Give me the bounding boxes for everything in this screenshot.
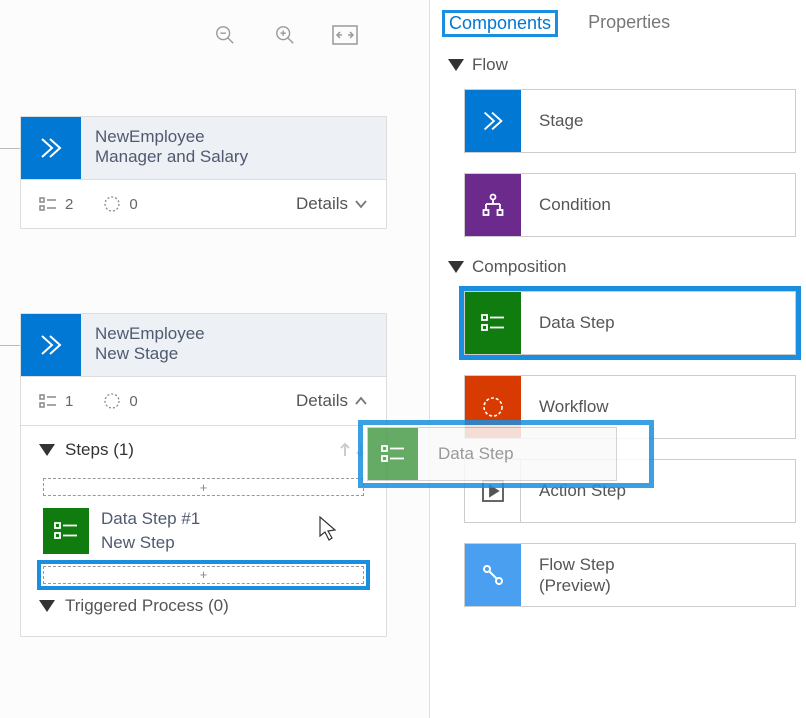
component-data-step[interactable]: Data Step bbox=[464, 291, 796, 355]
step-subtitle: New Step bbox=[101, 531, 200, 555]
component-label: Workflow bbox=[521, 396, 627, 417]
data-step-icon bbox=[368, 428, 418, 480]
details-toggle[interactable]: Details bbox=[296, 194, 368, 214]
collapse-triangle-icon[interactable] bbox=[39, 444, 55, 456]
side-panel: Components Properties Flow Stage Conditi… bbox=[430, 0, 806, 718]
flow-step-icon bbox=[465, 544, 521, 606]
workflow-count: 0 bbox=[103, 392, 137, 410]
condition-branch-icon bbox=[465, 174, 521, 236]
stage-entity-label: NewEmployee bbox=[95, 324, 205, 344]
stage-stats-row: 1 0 Details bbox=[21, 377, 386, 425]
collapse-triangle-icon bbox=[448, 261, 464, 273]
zoom-out-button[interactable] bbox=[210, 20, 240, 50]
drop-zone-before[interactable]: + bbox=[43, 478, 364, 496]
steps-header-label: Steps (1) bbox=[39, 440, 134, 460]
tab-components[interactable]: Components bbox=[442, 10, 558, 37]
stage-stats-row: 2 0 Details bbox=[21, 180, 386, 228]
zoom-controls bbox=[210, 20, 360, 50]
bpf-canvas[interactable]: NewEmployee Manager and Salary 2 0 Detai… bbox=[0, 0, 430, 718]
triggered-process-row[interactable]: Triggered Process (0) bbox=[39, 596, 368, 616]
stage-name-label: New Stage bbox=[95, 344, 205, 364]
component-label: Data Step bbox=[521, 312, 633, 333]
component-flow-step[interactable]: Flow Step (Preview) bbox=[464, 543, 796, 607]
data-step-icon bbox=[465, 292, 521, 354]
section-flow[interactable]: Flow bbox=[448, 55, 796, 75]
data-step-icon bbox=[43, 508, 89, 554]
drop-zone-after[interactable]: + bbox=[43, 566, 364, 584]
stage-chevron-icon bbox=[21, 117, 81, 179]
stage-entity-label: NewEmployee bbox=[95, 127, 248, 147]
stage-card-new-stage[interactable]: NewEmployee New Stage 1 0 Details bbox=[20, 313, 387, 637]
mouse-cursor-icon bbox=[319, 516, 339, 542]
steps-count: 2 bbox=[39, 196, 73, 213]
details-toggle[interactable]: Details bbox=[296, 391, 368, 411]
stage-chevron-icon bbox=[465, 90, 521, 152]
section-composition[interactable]: Composition bbox=[448, 257, 796, 277]
data-step-drag-ghost: Data Step bbox=[358, 420, 654, 488]
collapse-triangle-icon bbox=[448, 59, 464, 71]
steps-count: 1 bbox=[39, 393, 73, 410]
stage-header: NewEmployee Manager and Salary bbox=[21, 117, 386, 180]
connector-line bbox=[0, 148, 20, 149]
stage-header: NewEmployee New Stage bbox=[21, 314, 386, 377]
collapse-triangle-icon bbox=[39, 600, 55, 612]
fit-to-screen-button[interactable] bbox=[330, 20, 360, 50]
component-condition[interactable]: Condition bbox=[464, 173, 796, 237]
zoom-in-button[interactable] bbox=[270, 20, 300, 50]
component-label: Stage bbox=[521, 110, 601, 131]
stage-chevron-icon bbox=[21, 314, 81, 376]
component-label: Condition bbox=[521, 194, 629, 215]
drag-ghost-label: Data Step bbox=[418, 444, 514, 464]
tab-properties[interactable]: Properties bbox=[586, 10, 672, 37]
stage-name-label: Manager and Salary bbox=[95, 147, 248, 167]
panel-tabs: Components Properties bbox=[440, 10, 796, 37]
component-label: Flow Step (Preview) bbox=[521, 554, 633, 597]
workflow-count: 0 bbox=[103, 195, 137, 213]
step-item-data-step-1[interactable]: Data Step #1 New Step bbox=[43, 501, 364, 561]
component-stage[interactable]: Stage bbox=[464, 89, 796, 153]
stage-card-manager-salary[interactable]: NewEmployee Manager and Salary 2 0 Detai… bbox=[20, 116, 387, 229]
step-title: Data Step #1 bbox=[101, 507, 200, 531]
connector-line bbox=[0, 345, 20, 346]
